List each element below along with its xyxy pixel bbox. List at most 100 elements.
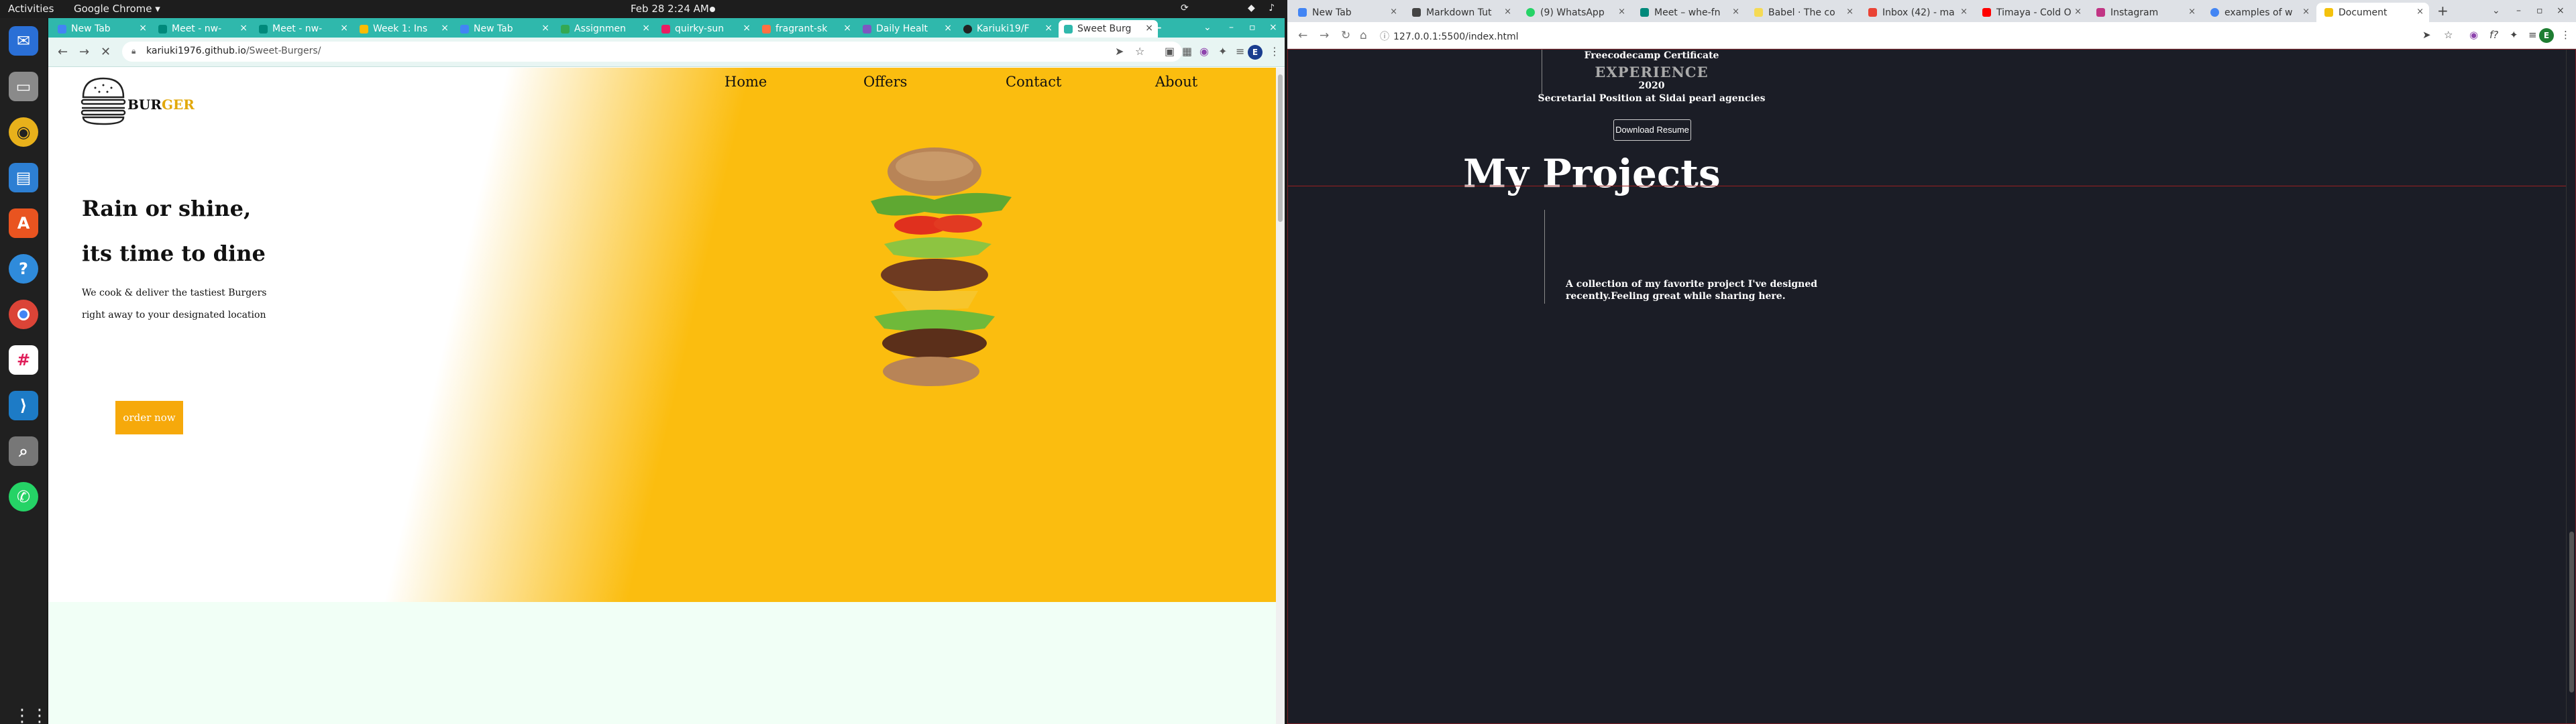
close-icon[interactable]: ×: [743, 23, 751, 34]
close-icon[interactable]: ×: [2302, 7, 2310, 17]
bookmark-star-icon[interactable]: ☆: [1135, 45, 1144, 58]
close-icon[interactable]: ×: [1504, 7, 1511, 17]
scrollbar-thumb[interactable]: [2569, 532, 2574, 692]
left-tab-8[interactable]: fragrant-sk ×: [757, 20, 856, 38]
close-icon[interactable]: ×: [139, 23, 147, 34]
image-viewer-icon[interactable]: ⌕: [9, 436, 38, 466]
scrollbar-thumb[interactable]: [1278, 74, 1283, 222]
left-tab-10[interactable]: Kariuki19/F ×: [958, 20, 1057, 38]
extension-icon-1[interactable]: ▣: [1165, 45, 1175, 58]
left-tab-5[interactable]: New Tab ×: [455, 20, 554, 38]
left-tab-11-active[interactable]: Sweet Burg ×: [1059, 20, 1158, 38]
forward-icon[interactable]: →: [1320, 29, 1329, 42]
send-icon[interactable]: ➤: [2422, 29, 2431, 41]
right-tab-9[interactable]: examples of w ×: [2202, 3, 2315, 22]
left-tab-4[interactable]: Week 1: Ins ×: [354, 20, 453, 38]
new-tab-button[interactable]: +: [1151, 19, 1163, 36]
close-icon[interactable]: ×: [239, 23, 248, 34]
close-icon[interactable]: ×: [441, 23, 449, 34]
profile-avatar[interactable]: E: [2539, 28, 2554, 43]
bookmark-star-icon[interactable]: ☆: [2444, 29, 2453, 41]
order-now-button[interactable]: order now: [115, 401, 183, 434]
whatsapp-icon[interactable]: ✆: [9, 482, 38, 511]
address-bar[interactable]: ⓘ 127.0.0.1:5500/index.html: [1375, 26, 2341, 45]
left-tab-6[interactable]: Assignmen ×: [555, 20, 655, 38]
nav-offers-link[interactable]: Offers: [863, 74, 907, 90]
nav-contact-link[interactable]: Contact: [1006, 74, 1061, 90]
forward-icon[interactable]: →: [79, 45, 89, 59]
close-icon[interactable]: ×: [1732, 7, 1739, 17]
extensions-puzzle-icon[interactable]: ✦: [1218, 45, 1227, 58]
nav-about-link[interactable]: About: [1155, 74, 1197, 90]
left-tab-7[interactable]: quirky-sun ×: [656, 20, 755, 38]
right-tab-10-active[interactable]: Document ×: [2316, 3, 2429, 22]
right-tab-4[interactable]: Meet – whe-fn ×: [1632, 3, 1745, 22]
back-icon[interactable]: ←: [1298, 29, 1307, 42]
left-tab-3[interactable]: Meet - nw- ×: [254, 20, 353, 38]
right-tab-8[interactable]: Instagram ×: [2088, 3, 2201, 22]
close-icon[interactable]: ×: [2416, 7, 2424, 17]
right-tab-6[interactable]: Inbox (42) - ma ×: [1860, 3, 1973, 22]
app-menu[interactable]: Google Chrome ▾: [74, 3, 160, 15]
help-icon[interactable]: ?: [9, 254, 38, 284]
left-tab-2[interactable]: Meet - nw- ×: [153, 20, 252, 38]
maximize-icon[interactable]: ▫: [1249, 22, 1256, 33]
show-apps-icon[interactable]: ⋮⋮⋮: [13, 706, 66, 724]
rhythmbox-icon[interactable]: ◉: [9, 117, 38, 147]
right-tab-1[interactable]: New Tab ×: [1290, 3, 1403, 22]
minimize-icon[interactable]: –: [2516, 5, 2521, 16]
extensions-puzzle-icon[interactable]: ✦: [2510, 29, 2518, 41]
maximize-icon[interactable]: ▫: [2536, 5, 2543, 16]
vscode-icon[interactable]: ⟩: [9, 391, 38, 420]
left-tab-1[interactable]: New Tab ×: [52, 20, 152, 38]
writer-icon[interactable]: ▤: [9, 163, 38, 192]
extension-icon-2[interactable]: ▦: [1182, 45, 1192, 58]
close-icon[interactable]: ×: [340, 23, 348, 34]
right-tab-5[interactable]: Babel · The co ×: [1746, 3, 1859, 22]
menu-icon-small[interactable]: ≡: [1236, 45, 1244, 58]
chrome-icon[interactable]: [9, 300, 38, 329]
tab-search-icon[interactable]: ⌄: [1203, 22, 1212, 33]
close-icon[interactable]: ×: [541, 23, 549, 34]
close-icon[interactable]: ×: [642, 23, 650, 34]
close-icon[interactable]: ×: [2074, 7, 2082, 17]
address-bar[interactable]: 🔒︎ kariuki1976.github.io/Sweet-Burgers/: [122, 42, 1182, 62]
send-icon[interactable]: ➤: [1115, 45, 1124, 58]
menu-icon-small[interactable]: ≡: [2528, 29, 2537, 41]
site-logo-text[interactable]: BURGER: [127, 97, 195, 113]
close-icon[interactable]: ×: [843, 23, 851, 34]
reload-icon[interactable]: ↻: [1341, 29, 1350, 42]
close-icon[interactable]: ×: [944, 23, 952, 34]
profile-avatar[interactable]: E: [1248, 45, 1263, 60]
close-icon[interactable]: ×: [1390, 7, 1397, 17]
close-window-icon[interactable]: ×: [2557, 5, 2565, 16]
close-icon[interactable]: ×: [1618, 7, 1625, 17]
home-icon[interactable]: ⌂: [1360, 29, 1367, 42]
kebab-menu-icon[interactable]: ⋮: [2561, 29, 2571, 41]
software-icon[interactable]: A: [9, 208, 38, 238]
close-icon[interactable]: ×: [2188, 7, 2196, 17]
clock[interactable]: Feb 28 2:24 AM: [631, 3, 709, 15]
back-icon[interactable]: ←: [58, 45, 68, 59]
tab-search-icon[interactable]: ⌄: [2492, 5, 2500, 16]
files-icon[interactable]: ▭: [9, 72, 38, 101]
slack-icon[interactable]: #: [9, 345, 38, 375]
tray-icons[interactable]: ⟳: [1181, 3, 1194, 13]
thunderbird-icon[interactable]: ✉: [9, 26, 38, 56]
activities-button[interactable]: Activities: [8, 3, 54, 15]
close-icon[interactable]: ×: [1960, 7, 1968, 17]
close-icon[interactable]: ×: [1044, 23, 1053, 34]
extension-icon-3[interactable]: ◉: [1199, 45, 1209, 58]
left-page-scrollbar[interactable]: [1276, 68, 1285, 724]
minimize-icon[interactable]: –: [1229, 22, 1234, 33]
new-tab-button[interactable]: +: [2437, 3, 2449, 19]
right-tab-3[interactable]: (9) WhatsApp ×: [1518, 3, 1631, 22]
reload-stop-icon[interactable]: ✕: [101, 45, 111, 59]
extension-icon-2[interactable]: f?: [2489, 29, 2498, 41]
right-tab-7[interactable]: Timaya - Cold O ×: [1974, 3, 2087, 22]
left-tab-9[interactable]: Daily Healt ×: [857, 20, 957, 38]
right-page-scrollbar[interactable]: [2566, 49, 2576, 724]
nav-home-link[interactable]: Home: [724, 74, 767, 90]
right-tab-2[interactable]: Markdown Tut ×: [1404, 3, 1517, 22]
close-window-icon[interactable]: ×: [1269, 22, 1277, 33]
